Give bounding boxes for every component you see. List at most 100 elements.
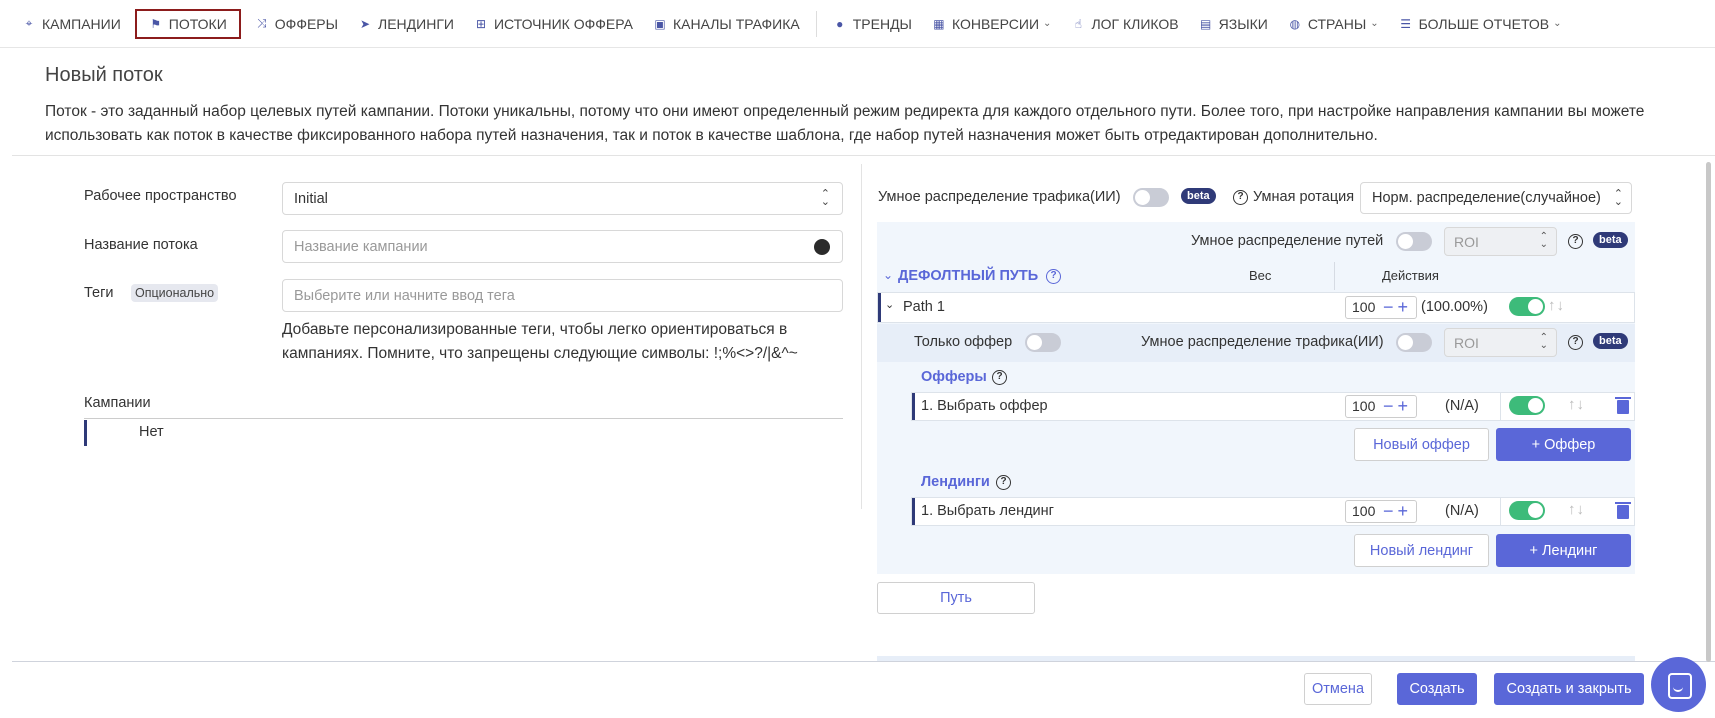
landing-select[interactable]: 1. Выбрать лендинг bbox=[921, 503, 1054, 519]
nav-trends[interactable]: ● ТРЕНДЫ bbox=[827, 9, 918, 39]
minus-plus-icon[interactable]: −+ bbox=[1383, 396, 1412, 416]
nav-traffic-channels[interactable]: ▣ КАНАЛЫ ТРАФИКА bbox=[647, 9, 806, 39]
smart-traffic-label: Умное распределение трафика(ИИ) bbox=[878, 189, 1121, 205]
offer-percent: (N/A) bbox=[1445, 398, 1479, 414]
landings-section-title: Лендинги bbox=[921, 474, 990, 490]
chevron-down-icon[interactable]: ⌄ bbox=[885, 298, 894, 311]
flow-name-label: Название потока bbox=[84, 237, 198, 253]
add-offer-button[interactable]: + Оффер bbox=[1496, 428, 1631, 461]
nav-separator bbox=[815, 10, 817, 37]
landing-indicator bbox=[912, 498, 915, 525]
tags-input[interactable]: Выберите или начните ввод тега bbox=[282, 279, 843, 312]
pointer-icon: ☝ bbox=[1074, 16, 1083, 31]
path-active-toggle[interactable] bbox=[1509, 297, 1545, 316]
chat-icon[interactable] bbox=[1651, 657, 1706, 712]
help-icon[interactable]: ? bbox=[992, 370, 1007, 385]
paths-roi-select[interactable]: ROI ⌃ ⌄ bbox=[1444, 227, 1557, 256]
path-roi-select[interactable]: ROI ⌃ ⌄ bbox=[1444, 328, 1557, 357]
weight-column-header: Вес bbox=[1249, 268, 1272, 283]
column-divider bbox=[1500, 393, 1501, 420]
nav-languages[interactable]: ▤ ЯЗЫКИ bbox=[1193, 9, 1274, 39]
beta-badge: beta bbox=[1181, 188, 1216, 204]
updown-icon: ⌃ ⌄ bbox=[1613, 188, 1623, 208]
nav-landings[interactable]: ➤ ЛЕНДИНГИ bbox=[352, 9, 460, 39]
nav-click-log[interactable]: ☝ ЛОГ КЛИКОВ bbox=[1065, 9, 1184, 39]
scrollbar[interactable] bbox=[1706, 162, 1711, 662]
help-icon[interactable]: ? bbox=[996, 475, 1011, 490]
flow-name-input[interactable]: Название кампании bbox=[282, 230, 843, 263]
nav-more-reports[interactable]: ☰ БОЛЬШЕ ОТЧЕТОВ ⌄ bbox=[1393, 9, 1568, 39]
new-landing-button[interactable]: Новый лендинг bbox=[1354, 534, 1489, 567]
smart-traffic-toggle[interactable] bbox=[1133, 188, 1169, 207]
smart-traffic-path-toggle[interactable] bbox=[1396, 333, 1432, 352]
trash-icon[interactable] bbox=[1615, 502, 1631, 519]
help-icon[interactable]: ? bbox=[1233, 190, 1248, 205]
nav-offers[interactable]: ⤨ ОФФЕРЫ bbox=[249, 9, 344, 39]
nav-campaigns[interactable]: ⌖ КАМПАНИИ bbox=[16, 9, 127, 39]
nav-countries[interactable]: ◍ СТРАНЫ ⌄ bbox=[1282, 9, 1385, 39]
reorder-arrows-icon[interactable]: ↑↓ bbox=[1548, 297, 1565, 314]
table-icon: ▦ bbox=[933, 16, 945, 31]
landing-weight-stepper[interactable]: 100 −+ bbox=[1345, 500, 1417, 523]
nav-conversions[interactable]: ▦ КОНВЕРСИИ ⌄ bbox=[926, 9, 1057, 39]
clock-icon: ● bbox=[836, 16, 844, 31]
actions-column-header: Действия bbox=[1382, 268, 1439, 283]
nav-flows[interactable]: ⚑ ПОТОКИ bbox=[134, 8, 241, 39]
beta-badge: beta bbox=[1593, 232, 1628, 248]
path-weight-stepper[interactable]: 100 −+ bbox=[1345, 296, 1417, 319]
offer-active-toggle[interactable] bbox=[1509, 396, 1545, 415]
updown-icon: ⌃ ⌄ bbox=[1539, 332, 1548, 351]
chevron-down-icon[interactable]: ⌄ bbox=[883, 268, 893, 282]
minus-plus-icon[interactable]: −+ bbox=[1383, 501, 1412, 521]
workspace-label: Рабочее пространство bbox=[84, 188, 237, 204]
new-offer-button[interactable]: Новый оффер bbox=[1354, 428, 1489, 461]
landing-percent: (N/A) bbox=[1445, 503, 1479, 519]
updown-icon: ⌃ ⌄ bbox=[1539, 231, 1548, 250]
help-icon[interactable]: ? bbox=[1568, 234, 1583, 249]
trash-icon[interactable] bbox=[1615, 397, 1631, 414]
default-path-title[interactable]: ДЕФОЛТНЫЙ ПУТЬ bbox=[898, 268, 1038, 284]
workspace-select[interactable]: Initial ⌃ ⌄ bbox=[282, 182, 843, 215]
offer-select[interactable]: 1. Выбрать оффер bbox=[921, 398, 1048, 414]
help-icon[interactable]: ? bbox=[1046, 269, 1061, 284]
beta-badge: beta bbox=[1593, 333, 1628, 349]
reorder-arrows-icon[interactable]: ↑↓ bbox=[1568, 501, 1585, 518]
create-and-close-button[interactable]: Создать и закрыть bbox=[1494, 673, 1644, 705]
offer-indicator bbox=[912, 393, 915, 420]
only-offer-label: Только оффер bbox=[914, 334, 1013, 350]
landing-active-toggle[interactable] bbox=[1509, 501, 1545, 520]
help-icon[interactable]: ? bbox=[1568, 335, 1583, 350]
minus-plus-icon[interactable]: −+ bbox=[1383, 297, 1412, 317]
path-name[interactable]: Path 1 bbox=[903, 299, 945, 315]
cancel-button[interactable]: Отмена bbox=[1304, 673, 1372, 705]
optional-badge: Опционально bbox=[131, 284, 219, 302]
reorder-arrows-icon[interactable]: ↑↓ bbox=[1568, 396, 1585, 413]
chevron-down-icon: ⌄ bbox=[1043, 18, 1052, 29]
list-icon: ☰ bbox=[1400, 16, 1412, 31]
page-title: Новый поток bbox=[45, 64, 163, 86]
divider bbox=[12, 155, 1715, 156]
flag-icon: ⚑ bbox=[150, 16, 162, 31]
sitemap-icon: ⊞ bbox=[475, 16, 486, 31]
paper-plane-icon: ➤ bbox=[360, 16, 371, 31]
top-navigation: ⌖ КАМПАНИИ ⚑ ПОТОКИ ⤨ ОФФЕРЫ ➤ ЛЕНДИНГИ ⊞ ИСТ… bbox=[0, 0, 1715, 48]
only-offer-toggle[interactable] bbox=[1025, 333, 1061, 352]
offer-weight-stepper[interactable]: 100 −+ bbox=[1345, 395, 1417, 418]
campaigns-label: Кампании bbox=[84, 395, 151, 411]
rotation-select[interactable]: Норм. распределение(случайное) ⌃ ⌄ bbox=[1360, 182, 1632, 214]
vertical-divider bbox=[861, 164, 862, 509]
smart-traffic-path-label: Умное распределение трафика(ИИ) bbox=[1141, 334, 1384, 350]
divider bbox=[84, 418, 843, 419]
language-icon: ▤ bbox=[1199, 16, 1212, 31]
column-divider bbox=[1334, 262, 1335, 290]
add-landing-button[interactable]: + Лендинг bbox=[1496, 534, 1631, 567]
add-path-button[interactable]: Путь bbox=[877, 582, 1035, 614]
ad-icon: ▣ bbox=[654, 16, 666, 31]
divider bbox=[12, 661, 1715, 662]
shuffle-icon: ⤨ bbox=[256, 16, 267, 30]
offers-section-title: Офферы bbox=[921, 369, 987, 385]
status-dot-icon bbox=[814, 239, 830, 255]
smart-paths-toggle[interactable] bbox=[1396, 232, 1432, 251]
nav-offer-source[interactable]: ⊞ ИСТОЧНИК ОФФЕРА bbox=[468, 9, 639, 39]
create-button[interactable]: Создать bbox=[1397, 673, 1477, 705]
